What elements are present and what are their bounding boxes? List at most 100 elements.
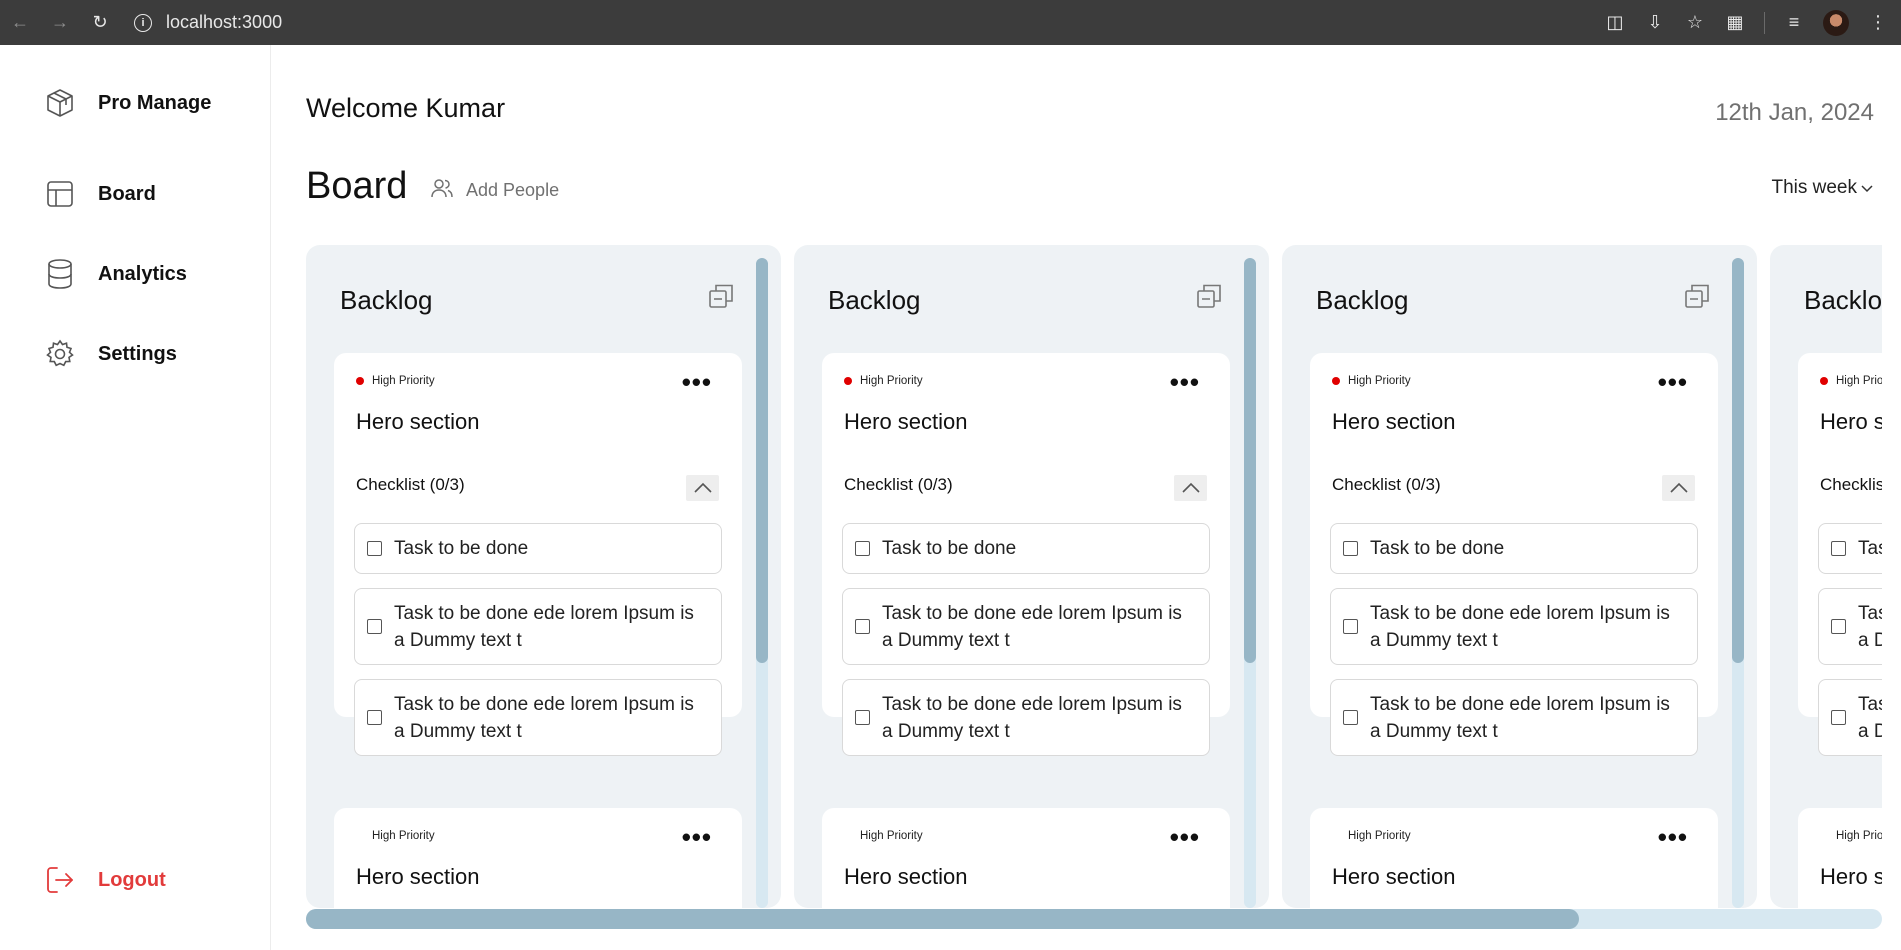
task-checkbox[interactable] [855, 619, 870, 634]
task-checkbox[interactable] [855, 541, 870, 556]
task-checkbox[interactable] [855, 710, 870, 725]
sidebar-item-label: Analytics [98, 262, 187, 285]
more-options-icon[interactable]: ••• [1170, 369, 1200, 395]
logout-icon [44, 864, 76, 896]
priority-dot [1820, 377, 1828, 385]
back-arrow-icon[interactable]: ← [8, 11, 32, 35]
collapse-checklist-button[interactable] [1662, 475, 1695, 501]
profile-avatar[interactable] [1823, 9, 1849, 36]
task-text: Task to be done ede lorem Ipsum is a Dum… [882, 693, 1182, 742]
board-icon [44, 178, 76, 210]
column-title: Backlog [1804, 285, 1882, 315]
task-card: High Priority ••• Hero section Checklist… [1798, 353, 1882, 756]
column-scrollbar-thumb[interactable] [756, 258, 768, 663]
priority-label: High Priority [1836, 375, 1882, 387]
priority-badge: High Priority [1332, 830, 1411, 842]
task-text: Task to be done ede lorem Ipsum is a Dum… [394, 602, 694, 651]
logout-button[interactable]: Logout [44, 864, 166, 896]
task-card: High Priority ••• Hero section [822, 808, 1230, 908]
collapse-all-icon[interactable] [708, 283, 734, 309]
priority-badge: High Priority [1332, 375, 1411, 387]
column-scrollbar-thumb[interactable] [1244, 258, 1256, 663]
priority-dot [356, 832, 364, 840]
board-column: Backlog High Priority ••• Hero section C… [1282, 245, 1757, 908]
task-checkbox[interactable] [367, 541, 382, 556]
priority-label: High Priority [860, 830, 923, 842]
sidebar-item-analytics[interactable]: Analytics [44, 258, 187, 290]
column-title: Backlog [1316, 285, 1409, 315]
priority-label: High Priority [1348, 375, 1411, 387]
priority-dot [844, 832, 852, 840]
collapse-all-icon[interactable] [1196, 283, 1222, 309]
star-icon[interactable]: ☆ [1684, 12, 1706, 34]
more-options-icon[interactable]: ••• [1170, 824, 1200, 850]
priority-badge: High Priority [844, 830, 923, 842]
column-scrollbar-thumb[interactable] [1732, 258, 1744, 663]
forward-arrow-icon[interactable]: → [48, 11, 72, 35]
task-text: Task to be done [1858, 538, 1882, 559]
priority-dot [1332, 377, 1340, 385]
task-checkbox[interactable] [367, 619, 382, 634]
board-column: Backlog High Priority ••• Hero section C… [794, 245, 1269, 908]
collapse-all-icon[interactable] [1684, 283, 1710, 309]
welcome-message: Welcome Kumar [306, 93, 506, 123]
task-text: Task to be done ede lorem Ipsum is a Dum… [394, 693, 694, 742]
task-checkbox[interactable] [1831, 710, 1846, 725]
priority-label: High Priority [860, 375, 923, 387]
checklist-item: Task to be done ede lorem Ipsum is a Dum… [354, 679, 722, 756]
task-text: Task to be done [394, 538, 529, 559]
priority-badge: High Priority [1820, 830, 1882, 842]
toolbar-divider [1764, 11, 1765, 34]
priority-badge: High Priority [844, 375, 923, 387]
checklist-item: Task to be done ede lorem Ipsum is a Dum… [842, 588, 1210, 665]
more-options-icon[interactable]: ••• [682, 824, 712, 850]
reload-icon[interactable]: ↻ [88, 11, 112, 35]
column-title: Backlog [828, 285, 921, 315]
board-scrollbar-thumb[interactable] [306, 909, 1579, 929]
task-card: High Priority ••• Hero section [1310, 808, 1718, 908]
more-options-icon[interactable]: ••• [1658, 369, 1688, 395]
task-checkbox[interactable] [367, 710, 382, 725]
task-text: Task to be done [882, 538, 1017, 559]
address-bar[interactable]: localhost:3000 [166, 12, 282, 33]
card-title: Hero section [1820, 409, 1882, 434]
people-icon [430, 177, 454, 204]
install-icon[interactable]: ⇩ [1644, 12, 1666, 34]
task-checkbox[interactable] [1831, 619, 1846, 634]
priority-label: High Priority [372, 830, 435, 842]
extensions-icon[interactable]: ▦ [1724, 12, 1746, 34]
eye-off-icon[interactable]: ◫ [1604, 12, 1626, 34]
priority-badge: High Priority [1820, 375, 1882, 387]
task-checkbox[interactable] [1343, 619, 1358, 634]
task-checkbox[interactable] [1343, 541, 1358, 556]
brand[interactable]: Pro Manage [44, 87, 211, 119]
cube-logo-icon [44, 87, 76, 119]
priority-badge: High Priority [356, 375, 435, 387]
task-card: High Priority ••• Hero section Checklist… [822, 353, 1230, 756]
gear-icon [44, 338, 76, 370]
site-info-icon[interactable]: i [134, 13, 152, 32]
priority-dot [356, 377, 364, 385]
checklist-item: Task to be done ede lorem Ipsum is a Dum… [1818, 679, 1882, 756]
priority-dot [1820, 832, 1828, 840]
checklist-item: Task to be done [1330, 523, 1698, 574]
task-text: Task to be done ede lorem Ipsum is a Dum… [1858, 602, 1882, 651]
period-dropdown[interactable]: This week [1771, 177, 1873, 199]
collapse-checklist-button[interactable] [686, 475, 719, 501]
sidebar-item-board[interactable]: Board [44, 178, 156, 210]
task-card: High Priority ••• Hero section Checklist… [334, 353, 742, 756]
sidebar-item-settings[interactable]: Settings [44, 338, 177, 370]
media-icon[interactable]: ≡ [1783, 12, 1805, 34]
priority-label: High Priority [1836, 830, 1882, 842]
browser-actions: ◫ ⇩ ☆ ▦ ≡ ⋮ [1604, 0, 1889, 45]
column-title: Backlog [340, 285, 433, 315]
kebab-menu-icon[interactable]: ⋮ [1867, 12, 1889, 34]
task-checkbox[interactable] [1343, 710, 1358, 725]
task-card: High Priority ••• Hero section Checklist… [1310, 353, 1718, 756]
collapse-checklist-button[interactable] [1174, 475, 1207, 501]
checklist-item: Task to be done ede lorem Ipsum is a Dum… [1818, 588, 1882, 665]
more-options-icon[interactable]: ••• [682, 369, 712, 395]
more-options-icon[interactable]: ••• [1658, 824, 1688, 850]
add-people-button[interactable]: Add People [430, 177, 559, 204]
task-checkbox[interactable] [1831, 541, 1846, 556]
